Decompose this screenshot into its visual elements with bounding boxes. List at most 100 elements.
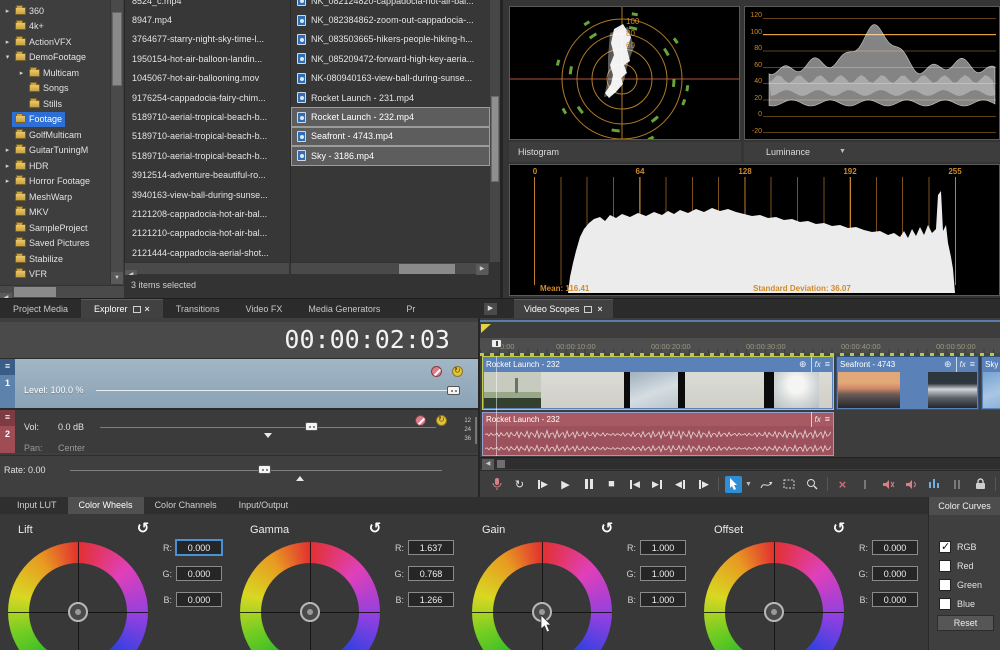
color-wheel[interactable] [8, 542, 148, 650]
tree-item[interactable]: HDR [0, 158, 110, 174]
scrollbar-thumb[interactable] [497, 460, 505, 468]
tree-item[interactable]: GolfMulticam [0, 127, 110, 143]
timecode-display[interactable]: 00:00:02:03 [284, 325, 450, 354]
file-row[interactable]: 1045067-hot-air-ballooning.mov [125, 69, 290, 88]
grading-tab[interactable]: Input LUT [6, 497, 68, 514]
color-wheel-puck[interactable] [300, 602, 320, 622]
envelope-tool-button[interactable] [758, 476, 775, 493]
tree-item[interactable]: SampleProject [0, 220, 110, 236]
r-value-field[interactable]: 0.000 [872, 540, 918, 555]
color-wheel-puck[interactable] [764, 602, 784, 622]
grading-tab[interactable]: Color Channels [144, 497, 228, 514]
file-row[interactable]: 5189710-aerial-tropical-beach-b... [125, 146, 290, 165]
normal-edit-tool-button[interactable] [725, 476, 742, 493]
tree-item[interactable]: DemoFootage [0, 50, 110, 66]
file-row[interactable]: Rocket Launch - 231.mp4 [291, 88, 490, 107]
volume-slider[interactable] [100, 427, 436, 428]
scroll-right-button[interactable]: ▶ [476, 264, 488, 275]
b-value-field[interactable]: 1.000 [640, 592, 686, 607]
wheel-reset-icon[interactable] [598, 520, 616, 538]
close-icon[interactable]: × [597, 305, 602, 313]
file-row[interactable]: 2121210-cappadocia-hot-air-bal... [125, 224, 290, 243]
level-slider[interactable] [96, 390, 452, 391]
track-solo-icon[interactable] [436, 415, 447, 426]
tree-item[interactable]: Saved Pictures [0, 236, 110, 252]
file-row[interactable]: NK_082384862-zoom-out-cappadocia-... [291, 10, 490, 29]
audio-event-button[interactable] [903, 476, 920, 493]
tree-item[interactable]: MKV [0, 205, 110, 221]
file-row[interactable]: 3764677-starry-night-sky-time-l... [125, 30, 290, 49]
file-row[interactable]: NK_085209472-forward-high-key-aeria... [291, 49, 490, 68]
curves-reset-button[interactable]: Reset [937, 615, 994, 631]
file-row[interactable]: 2121208-cappadocia-hot-air-bal... [125, 204, 290, 223]
clip-menu-icon[interactable]: ≡ [970, 357, 975, 372]
stop-button[interactable]: ■ [603, 476, 620, 493]
checkbox-icon[interactable] [939, 541, 951, 553]
color-wheel[interactable] [240, 542, 380, 650]
file-row[interactable]: 5189710-aerial-tropical-beach-b... [125, 107, 290, 126]
tree-item[interactable]: Horror Footage [0, 174, 110, 190]
file-row[interactable]: 9176254-cappadocia-fairy-chim... [125, 88, 290, 107]
pause-button[interactable] [580, 476, 597, 493]
expand-arrow-icon[interactable] [17, 69, 26, 77]
rate-slider-handle[interactable] [258, 465, 271, 474]
playhead-marker[interactable] [491, 339, 502, 348]
clip-menu-icon[interactable]: ≡ [825, 357, 830, 372]
panel-tab[interactable]: Video FX × [233, 299, 296, 319]
channel-checkbox[interactable]: RGB [939, 537, 982, 556]
close-icon[interactable]: × [145, 305, 150, 313]
file-row[interactable]: NK-080940163-view-ball-during-sunse... [291, 69, 490, 88]
loop-playback-button[interactable]: ↻ [511, 476, 528, 493]
tree-item[interactable]: MeshWarp [0, 189, 110, 205]
video-clip-seafront[interactable]: Seafront - 4743 ⊕ fx ≡ [836, 356, 979, 410]
channel-checkbox[interactable]: Blue [939, 594, 982, 613]
file-row[interactable]: Sky - 3186.mp4 [291, 146, 490, 165]
expand-arrow-icon[interactable] [3, 7, 12, 15]
luminance-selector[interactable]: Luminance ▼ [744, 142, 1000, 162]
panel-tab[interactable]: Pr × [393, 299, 428, 319]
tree-item[interactable]: VFR [0, 267, 110, 283]
file-row[interactable]: Rocket Launch - 232.mp4 [291, 107, 490, 126]
grading-tab[interactable]: Input/Output [228, 497, 300, 514]
go-to-start-button[interactable]: ◀ [626, 476, 643, 493]
restore-window-icon[interactable] [133, 306, 141, 313]
pan-value[interactable]: Center [58, 443, 85, 453]
g-value-field[interactable]: 0.768 [408, 566, 454, 581]
clip-menu-icon[interactable]: ≡ [825, 412, 830, 427]
file-row[interactable]: NK_082124820-cappadocia-hot-air-bal... [291, 0, 490, 10]
scrollbar-thumb[interactable] [112, 12, 122, 86]
color-wheel-puck[interactable] [68, 602, 88, 622]
track-menu-icon[interactable]: ≡ [0, 410, 15, 426]
tree-item[interactable]: 360 [0, 3, 110, 19]
g-value-field[interactable]: 0.000 [176, 566, 222, 581]
volume-slider-handle[interactable] [305, 422, 318, 431]
tree-item[interactable]: Footage [0, 112, 110, 128]
play-from-start-button[interactable]: ▶ [534, 476, 551, 493]
selection-tool-button[interactable] [781, 476, 798, 493]
wheel-reset-icon[interactable] [366, 520, 384, 538]
scroll-down-button[interactable]: ▼ [111, 272, 123, 284]
file-row[interactable]: 3940163-view-ball-during-sunse... [125, 185, 290, 204]
timeline-horizontal-scrollbar[interactable]: ◀ [480, 457, 1000, 469]
wheel-reset-icon[interactable] [830, 520, 848, 538]
tree-item[interactable]: Stabilize [0, 251, 110, 267]
lock-button[interactable] [972, 476, 989, 493]
file-list-scrollbar[interactable]: ◀ [124, 262, 290, 275]
play-button[interactable]: ▶ [557, 476, 574, 493]
r-value-field[interactable]: 1.000 [640, 540, 686, 555]
checkbox-icon[interactable] [939, 598, 951, 610]
color-wheel[interactable] [472, 542, 612, 650]
audio-clip-rocket[interactable]: Rocket Launch - 232 fx ≡ [482, 412, 834, 456]
color-wheel[interactable] [704, 542, 844, 650]
tree-item[interactable]: GuitarTuningM [0, 143, 110, 159]
expand-arrow-icon[interactable] [3, 162, 12, 170]
checkbox-icon[interactable] [939, 579, 951, 591]
track-solo-icon[interactable] [452, 366, 463, 377]
audio-meters-button[interactable] [926, 476, 943, 493]
track-menu-icon[interactable]: ≡ [0, 359, 15, 375]
volume-value[interactable]: 0.0 dB [58, 422, 84, 432]
channel-checkbox[interactable]: Red [939, 556, 982, 575]
tree-item[interactable]: 4k+ [0, 19, 110, 35]
rate-slider[interactable] [70, 470, 442, 471]
file-row[interactable]: 1950154-hot-air-balloon-landin... [125, 49, 290, 68]
